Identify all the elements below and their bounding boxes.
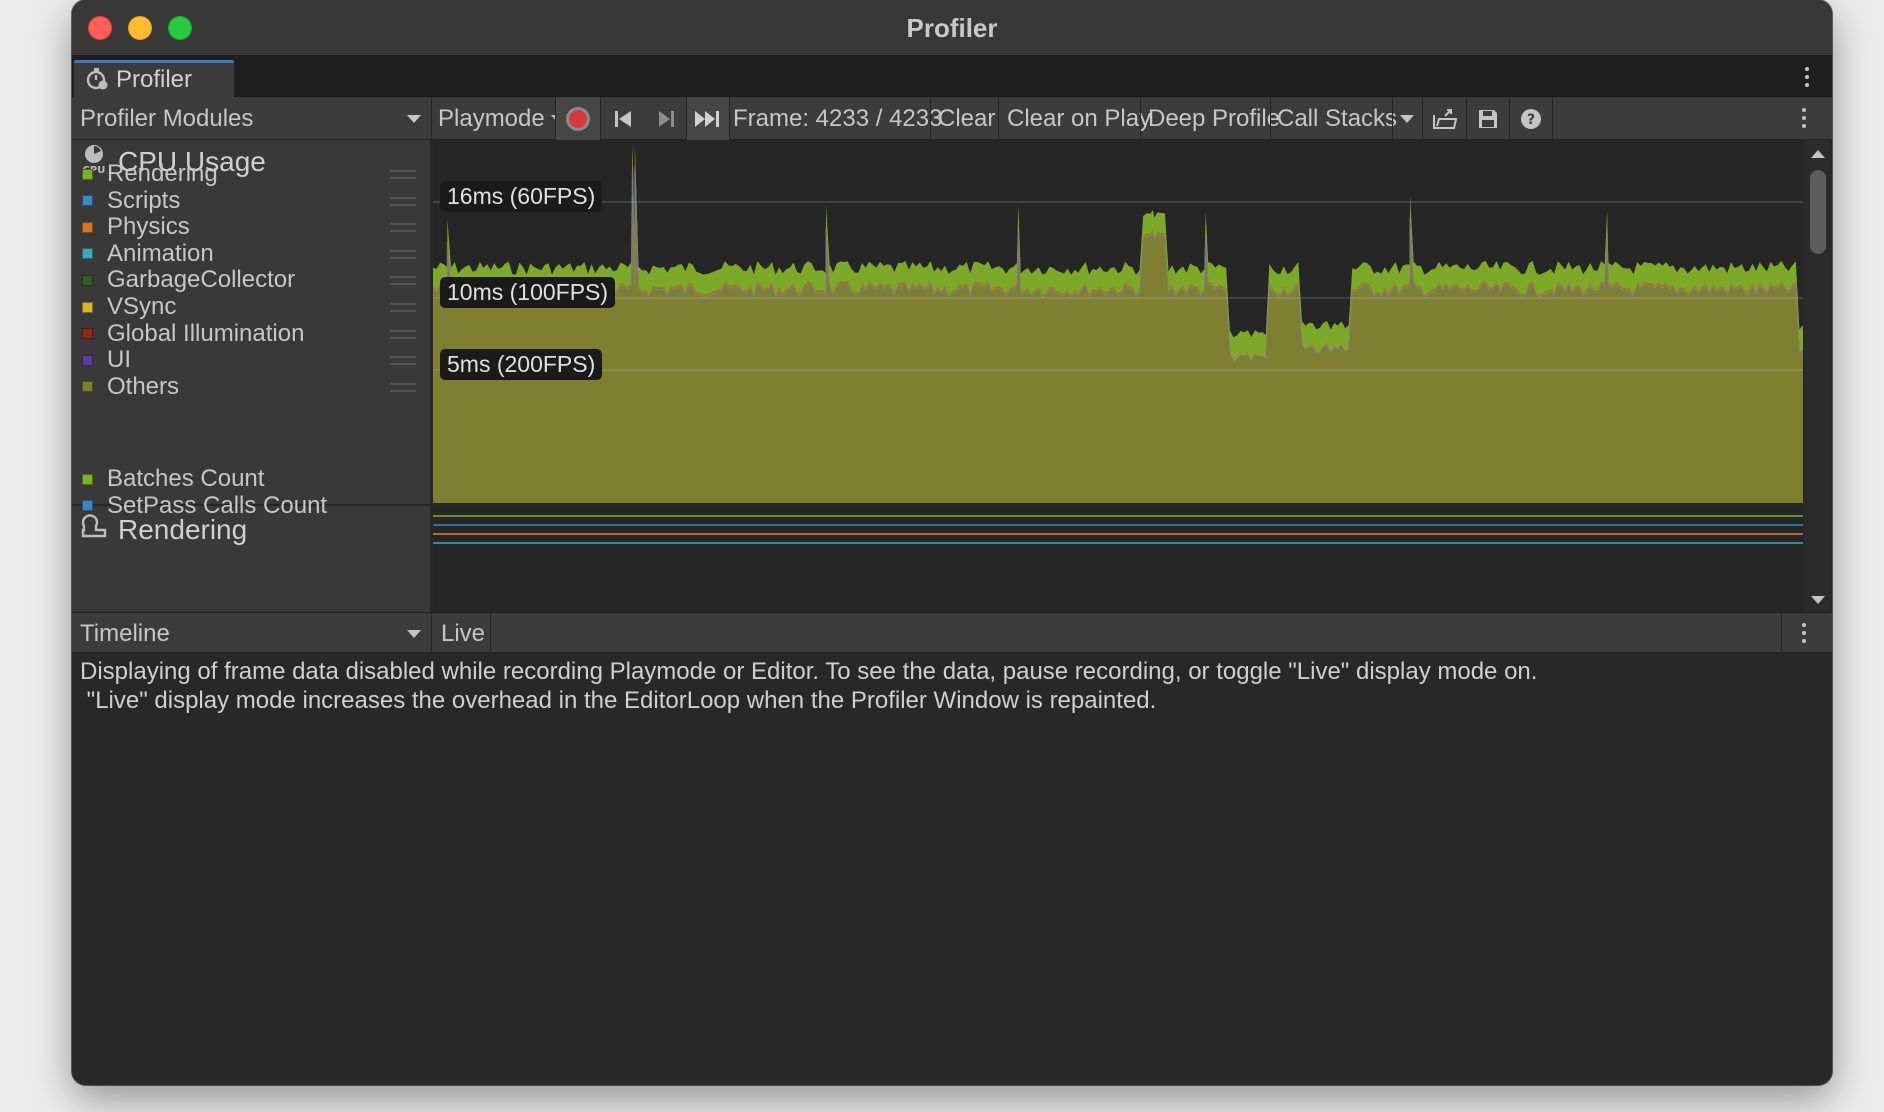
clear-button[interactable]: Clear <box>938 97 995 140</box>
deep-profile-toggle[interactable]: Deep Profile <box>1148 97 1280 140</box>
window-menu-button[interactable] <box>1797 62 1817 92</box>
tab-label: Profiler <box>116 66 193 93</box>
details-more-button[interactable] <box>1794 618 1814 648</box>
save-button[interactable] <box>1467 97 1509 140</box>
chevron-down-icon <box>407 114 421 123</box>
legend-label: Others <box>107 372 180 400</box>
scroll-down-arrow-icon[interactable] <box>1811 596 1825 604</box>
clear-on-play-toggle[interactable]: Clear on Play <box>1007 97 1151 140</box>
rendering-chart[interactable] <box>433 506 1803 612</box>
drag-handle-icon[interactable] <box>390 249 416 259</box>
target-dropdown-label: Playmode <box>438 104 545 132</box>
frame-counter: Frame: 4233 / 4233 <box>733 104 943 132</box>
details-view-label: Timeline <box>80 619 170 647</box>
details-panel: Displaying of frame data disabled while … <box>72 653 1832 1085</box>
skip-back-icon <box>615 110 631 127</box>
details-message-line-2: "Live" display mode increases the overhe… <box>80 687 1157 714</box>
drag-handle-icon[interactable] <box>390 303 416 312</box>
legend-swatch <box>82 221 93 233</box>
chevron-down-icon <box>407 629 421 638</box>
load-button[interactable] <box>1424 97 1466 140</box>
record-button[interactable] <box>556 97 600 140</box>
fps-marker-200: 5ms (200FPS) <box>440 349 603 380</box>
help-icon: ? <box>1521 108 1541 129</box>
drag-handle-icon[interactable] <box>390 329 416 339</box>
drag-handle-icon[interactable] <box>390 356 416 366</box>
window-title: Profiler <box>906 13 998 43</box>
fps-marker-60: 16ms (60FPS) <box>440 181 603 212</box>
record-icon <box>566 106 590 131</box>
chevron-down-icon <box>1400 114 1414 123</box>
legend-swatch <box>82 274 93 286</box>
svg-text:?: ? <box>1527 112 1535 128</box>
legend-swatch <box>82 381 93 393</box>
legend-swatch <box>82 500 93 512</box>
fast-forward-icon <box>695 110 719 127</box>
charts-scrollbar[interactable] <box>1805 140 1830 612</box>
open-folder-icon <box>1433 108 1458 129</box>
call-stacks-dropdown[interactable] <box>1393 97 1421 140</box>
next-frame-button[interactable] <box>645 97 687 140</box>
cpu-legend-item[interactable]: Others <box>82 371 422 403</box>
details-view-dropdown[interactable]: Timeline <box>80 613 425 654</box>
help-button[interactable]: ? <box>1510 97 1552 140</box>
legend-swatch <box>82 168 93 180</box>
target-dropdown[interactable]: Playmode <box>438 97 565 140</box>
profiler-modules-dropdown[interactable]: Profiler Modules <box>80 97 425 140</box>
tab-profiler[interactable]: Profiler <box>74 60 234 97</box>
step-forward-icon <box>659 110 674 127</box>
scroll-up-arrow-icon[interactable] <box>1811 150 1825 158</box>
legend-swatch <box>82 473 93 485</box>
drag-handle-icon[interactable] <box>390 170 416 179</box>
save-disk-icon <box>1479 109 1497 128</box>
toolbar-more-button[interactable] <box>1794 103 1814 133</box>
live-toggle[interactable]: Live <box>441 613 485 654</box>
profiler-window: Profiler Profiler Profiler Modules Playm… <box>72 0 1832 1085</box>
details-message-line-1: Displaying of frame data disabled while … <box>80 658 1538 685</box>
legend-swatch <box>82 301 93 313</box>
scroll-thumb[interactable] <box>1810 170 1826 254</box>
fps-marker-100: 10ms (100FPS) <box>440 277 616 308</box>
cpu-usage-chart[interactable]: 16ms (60FPS) 10ms (100FPS) 5ms (200FPS) <box>433 140 1803 505</box>
drag-handle-icon[interactable] <box>390 276 416 286</box>
tab-strip: Profiler <box>72 56 1832 97</box>
drag-handle-icon[interactable] <box>390 382 416 392</box>
stopwatch-icon <box>84 65 110 96</box>
legend-swatch <box>82 195 93 207</box>
call-stacks-toggle[interactable]: Call Stacks <box>1277 97 1397 140</box>
profiler-modules-label: Profiler Modules <box>80 104 254 132</box>
legend-swatch <box>82 354 93 366</box>
drag-handle-icon[interactable] <box>390 223 416 233</box>
legend-swatch <box>82 328 93 340</box>
rendering-legend-item[interactable]: SetPass Calls Count <box>82 490 422 522</box>
details-toolbar: Timeline Live <box>72 612 1832 654</box>
drag-handle-icon[interactable] <box>390 196 416 206</box>
legend-swatch <box>82 248 93 260</box>
legend-label: SetPass Calls Count <box>107 491 328 519</box>
first-frame-button[interactable] <box>602 97 644 140</box>
rendering-chart-svg <box>433 515 1803 544</box>
title-bar: Profiler <box>72 0 1832 56</box>
modules-pane: CPU CPU Usage Rendering Scripts Physics Ani… <box>72 140 431 612</box>
profiler-toolbar: Profiler Modules Playmode Frame: 4233 / … <box>72 97 1832 140</box>
others-area <box>433 145 1803 503</box>
current-frame-button[interactable] <box>687 97 729 140</box>
cpu-chart-svg <box>433 145 1803 503</box>
